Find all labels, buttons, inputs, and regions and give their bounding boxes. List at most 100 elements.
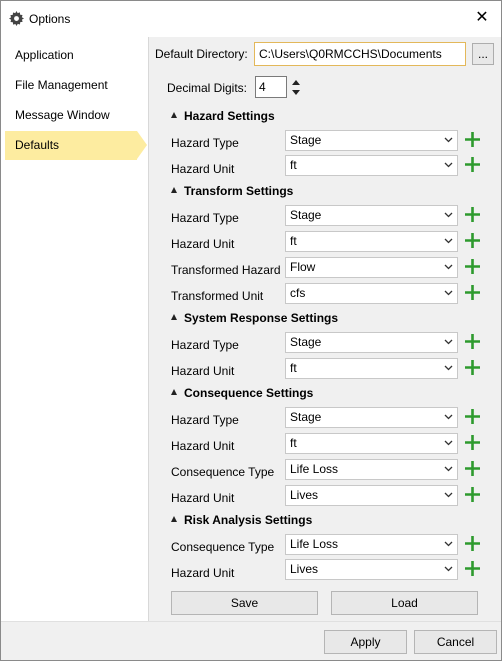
apply-button[interactable]: Apply [324, 630, 407, 654]
hazard-type-label: Hazard Type [171, 136, 239, 150]
load-button[interactable]: Load [331, 591, 478, 615]
sidebar-divider [148, 37, 149, 621]
cancel-button[interactable]: Cancel [414, 630, 497, 654]
sidebar-item-defaults[interactable]: Defaults [5, 131, 147, 160]
hazard-unit-label: Hazard Unit [171, 237, 235, 251]
dropdown-value: Stage [290, 133, 322, 147]
add-icon[interactable] [464, 232, 481, 249]
sidebar-item-label: Message Window [15, 108, 110, 122]
hazard-unit-label: Hazard Unit [171, 491, 235, 505]
chevron-down-icon [444, 492, 453, 498]
collapse-triangle-icon[interactable] [171, 112, 177, 118]
dropdown-value: Lives [290, 488, 319, 502]
sidebar: Application File Management Message Wind… [1, 37, 148, 621]
section-title-hazard: Hazard Settings [184, 109, 275, 123]
default-directory-label: Default Directory: [155, 47, 248, 61]
collapse-triangle-icon[interactable] [171, 516, 177, 522]
add-icon[interactable] [464, 460, 481, 477]
chevron-down-icon [444, 466, 453, 472]
consequence-hazard-unit-dropdown[interactable]: ft [285, 433, 458, 454]
collapse-triangle-icon[interactable] [171, 389, 177, 395]
add-icon[interactable] [464, 258, 481, 275]
save-button[interactable]: Save [171, 591, 318, 615]
consequence-hazard-type-dropdown[interactable]: Stage [285, 407, 458, 428]
browse-button[interactable]: ... [472, 43, 494, 65]
dropdown-value: Life Loss [290, 462, 339, 476]
add-icon[interactable] [464, 284, 481, 301]
hazard-type-label: Hazard Type [171, 338, 239, 352]
dropdown-value: Flow [290, 260, 316, 274]
add-icon[interactable] [464, 206, 481, 223]
hazard-unit-label: Hazard Unit [171, 566, 235, 580]
dropdown-value: Stage [290, 410, 322, 424]
sidebar-item-file-management[interactable]: File Management [5, 71, 137, 100]
dropdown-value: ft [290, 158, 297, 172]
consequence-type-dropdown[interactable]: Life Loss [285, 459, 458, 480]
spinner-down-icon[interactable] [290, 88, 302, 97]
chevron-down-icon [444, 365, 453, 371]
chevron-down-icon [444, 290, 453, 296]
chevron-down-icon [444, 566, 453, 572]
add-icon[interactable] [464, 486, 481, 503]
transformed-unit-label: Transformed Unit [171, 289, 264, 303]
decimal-digits-label: Decimal Digits: [167, 81, 248, 95]
add-icon[interactable] [464, 434, 481, 451]
add-icon[interactable] [464, 560, 481, 577]
hazard-type-dropdown[interactable]: Stage [285, 130, 458, 151]
add-icon[interactable] [464, 359, 481, 376]
chevron-down-icon [444, 238, 453, 244]
transformed-unit-dropdown[interactable]: cfs [285, 283, 458, 304]
sidebar-item-message-window[interactable]: Message Window [5, 101, 137, 130]
dropdown-value: ft [290, 361, 297, 375]
add-icon[interactable] [464, 131, 481, 148]
chevron-down-icon [444, 440, 453, 446]
system-response-hazard-unit-dropdown[interactable]: ft [285, 358, 458, 379]
collapse-triangle-icon[interactable] [171, 187, 177, 193]
section-title-consequence: Consequence Settings [184, 386, 314, 400]
chevron-down-icon [444, 212, 453, 218]
hazard-type-label: Hazard Type [171, 413, 239, 427]
window-title: Options [29, 12, 71, 26]
dropdown-value: Stage [290, 208, 322, 222]
section-title-system-response: System Response Settings [184, 311, 339, 325]
consequence-unit-dropdown[interactable]: Lives [285, 485, 458, 506]
chevron-down-icon [444, 162, 453, 168]
hazard-unit-label: Hazard Unit [171, 364, 235, 378]
chevron-down-icon [444, 339, 453, 345]
hazard-unit-dropdown[interactable]: ft [285, 155, 458, 176]
risk-hazard-unit-dropdown[interactable]: Lives [285, 559, 458, 580]
chevron-down-icon [444, 264, 453, 270]
title-bar: Options ✕ [1, 1, 501, 37]
spinner-up-icon[interactable] [290, 78, 302, 87]
sidebar-item-label: File Management [15, 78, 108, 92]
add-icon[interactable] [464, 535, 481, 552]
risk-consequence-type-dropdown[interactable]: Life Loss [285, 534, 458, 555]
dropdown-value: ft [290, 436, 297, 450]
close-icon[interactable]: ✕ [473, 9, 491, 27]
chevron-down-icon [444, 541, 453, 547]
add-icon[interactable] [464, 408, 481, 425]
footer-divider [1, 621, 501, 622]
system-response-hazard-type-dropdown[interactable]: Stage [285, 332, 458, 353]
section-title-transform: Transform Settings [184, 184, 294, 198]
hazard-unit-label: Hazard Unit [171, 439, 235, 453]
hazard-type-label: Hazard Type [171, 211, 239, 225]
transformed-hazard-dropdown[interactable]: Flow [285, 257, 458, 278]
section-title-risk-analysis: Risk Analysis Settings [184, 513, 313, 527]
dropdown-value: Lives [290, 562, 319, 576]
transform-hazard-unit-dropdown[interactable]: ft [285, 231, 458, 252]
gear-icon [9, 11, 24, 26]
chevron-down-icon [444, 137, 453, 143]
transform-hazard-type-dropdown[interactable]: Stage [285, 205, 458, 226]
sidebar-item-application[interactable]: Application [5, 41, 137, 70]
collapse-triangle-icon[interactable] [171, 314, 177, 320]
add-icon[interactable] [464, 333, 481, 350]
consequence-type-label: Consequence Type [171, 465, 275, 479]
sidebar-item-label: Defaults [15, 138, 60, 152]
dropdown-value: ft [290, 234, 297, 248]
dropdown-value: cfs [290, 286, 306, 300]
add-icon[interactable] [464, 156, 481, 173]
hazard-unit-label: Hazard Unit [171, 162, 235, 176]
decimal-digits-input[interactable]: 4 [255, 76, 287, 98]
default-directory-input[interactable]: C:\Users\Q0RMCCHS\Documents [254, 42, 466, 66]
